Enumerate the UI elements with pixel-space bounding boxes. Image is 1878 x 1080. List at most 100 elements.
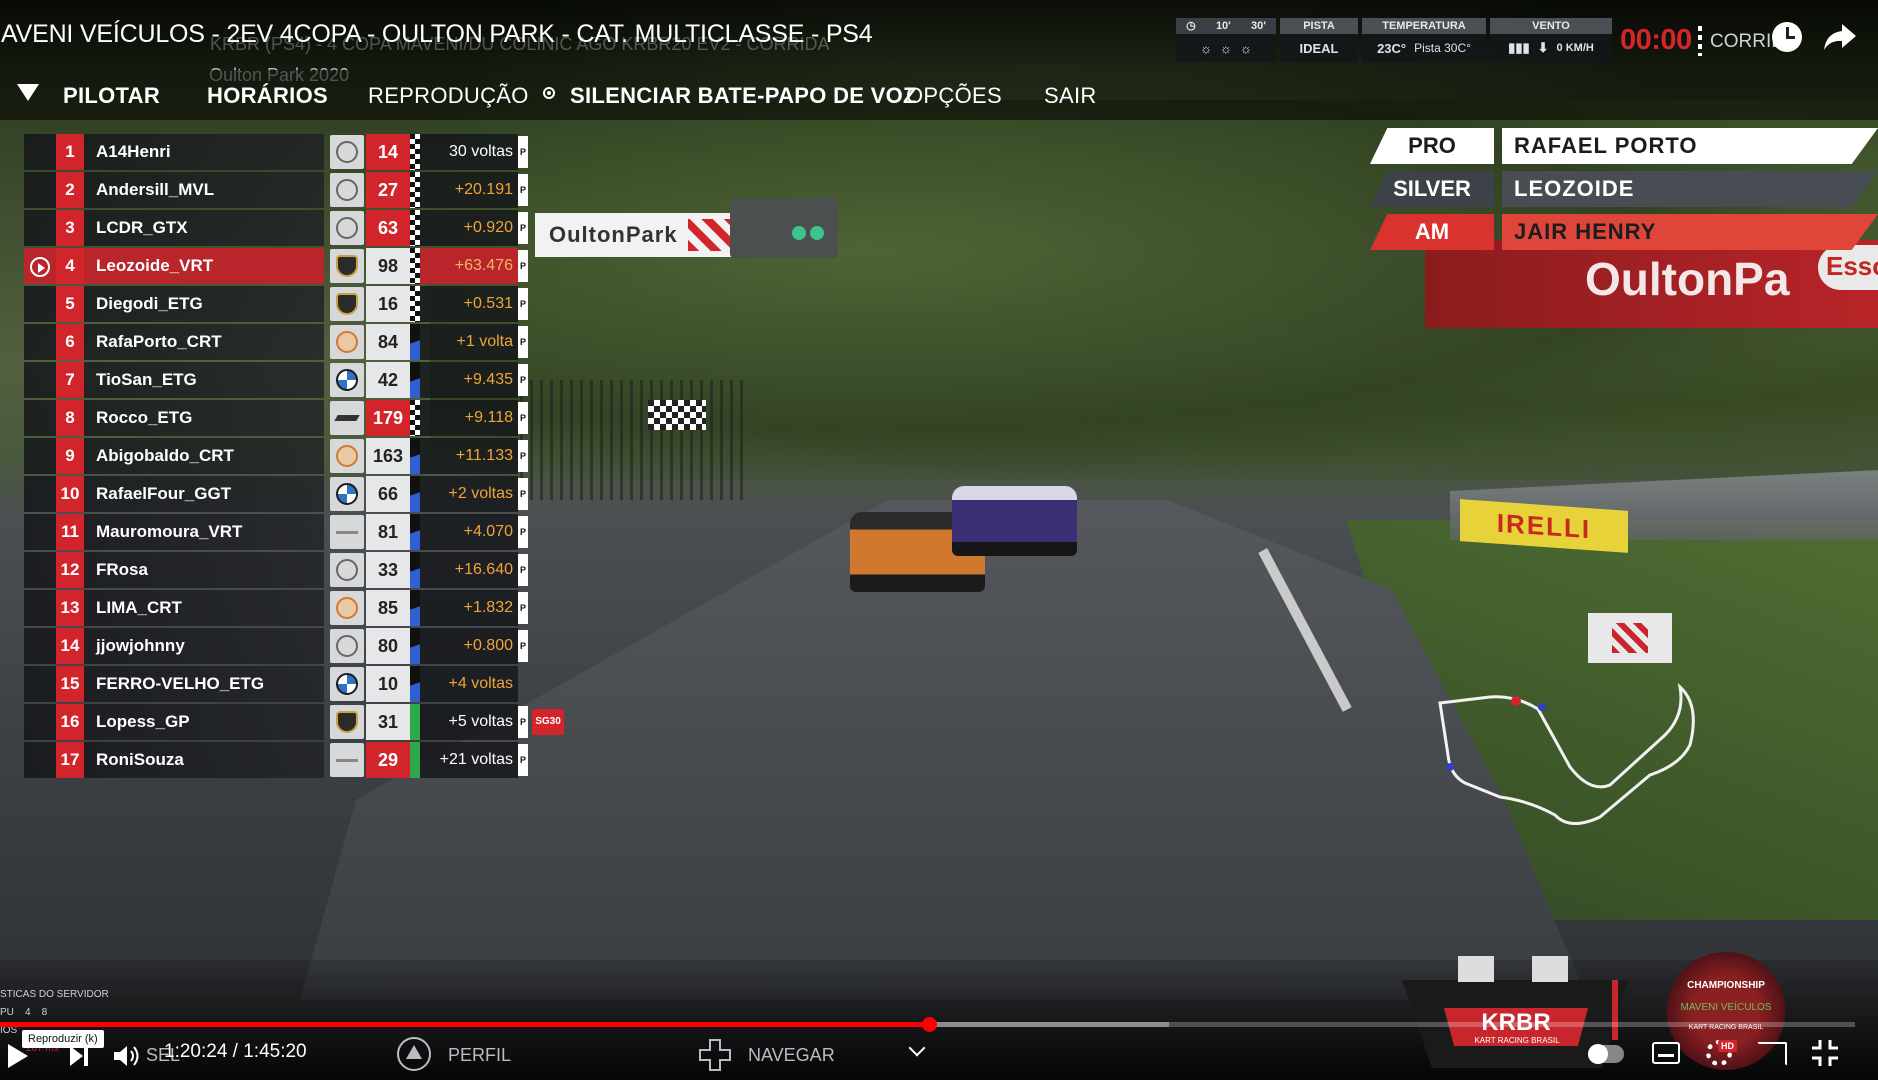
car-number: 33 <box>366 552 410 588</box>
leaderboard-row[interactable]: 17 RoniSouza 29 +21 voltas P <box>24 742 554 778</box>
share-icon[interactable] <box>1822 20 1858 52</box>
sun-icon: ☼ <box>1239 40 1252 56</box>
start-lights <box>730 198 838 258</box>
leaderboard-row[interactable]: 8 Rocco_ETG 179 +9.118 P <box>24 400 554 436</box>
forecast-time-1: 10' <box>1215 20 1231 32</box>
radio-icon[interactable] <box>543 87 555 99</box>
cast-icon[interactable] <box>1757 1042 1787 1066</box>
flag-status-icon <box>410 134 420 170</box>
pit-indicator: P <box>518 174 528 206</box>
spectate-focus-icon[interactable] <box>30 257 50 277</box>
gap: +16.640 <box>454 561 513 578</box>
server-stats-cpu: PU 4 8 <box>0 1007 48 1018</box>
position: 3 <box>56 210 84 246</box>
menu-horarios[interactable]: HORÁRIOS <box>207 83 328 109</box>
gap: +20.191 <box>454 181 513 198</box>
position: 2 <box>56 172 84 208</box>
menu-sair[interactable]: SAIR <box>1044 83 1097 109</box>
clock-separator <box>1698 26 1702 56</box>
minimap-player-dot <box>1511 696 1521 706</box>
leaderboard-row[interactable]: 1 A14Henri 14 30 voltas P <box>24 134 554 170</box>
leaderboard-row[interactable]: 4 Leozoide_VRT 98 +63.476 P <box>24 248 554 284</box>
flag-status-icon <box>410 362 420 398</box>
car-number: 98 <box>366 248 410 284</box>
leaderboard-row[interactable]: 6 RafaPorto_CRT 84 +1 volta P <box>24 324 554 360</box>
gap: +5 voltas <box>448 713 513 730</box>
leaderboard-row[interactable]: 5 Diegodi_ETG 16 +0.531 P <box>24 286 554 322</box>
menu-pilotar[interactable]: PILOTAR <box>63 83 160 109</box>
pit-indicator: P <box>518 592 528 624</box>
minimap-car-dot <box>1446 763 1454 771</box>
mercedes-logo-icon <box>330 135 364 169</box>
server-stats-title: STICAS DO SERVIDOR <box>0 989 109 1000</box>
flag-status-icon <box>410 476 420 512</box>
pit-indicator: P <box>518 744 528 776</box>
next-icon[interactable] <box>70 1046 88 1066</box>
pause-icon <box>1588 1044 1608 1064</box>
lamborghini-logo-icon <box>330 705 364 739</box>
leaderboard-row[interactable]: 11 Mauromoura_VRT 81 +4.070 P <box>24 514 554 550</box>
position: 12 <box>56 552 84 588</box>
lamborghini-logo-icon <box>330 249 364 283</box>
flag-board <box>1588 613 1672 663</box>
dropdown-arrow-icon[interactable] <box>17 84 39 101</box>
volume-icon[interactable] <box>114 1044 142 1068</box>
leaderboard-row[interactable]: 10 RafaelFour_GGT 66 +2 voltas P <box>24 476 554 512</box>
mercedes-logo-icon <box>330 629 364 663</box>
car-number: 16 <box>366 286 410 322</box>
championship-logo-brand: MAVENI VEÍCULOS <box>1680 1002 1772 1013</box>
leaderboard-row[interactable]: 16 Lopess_GP 31 +5 voltas P SG30 <box>24 704 564 740</box>
autoplay-toggle[interactable] <box>1588 1044 1624 1064</box>
progress-played <box>0 1022 930 1027</box>
leaderboard-row[interactable]: 2 Andersill_MVL 27 +20.191 P <box>24 172 554 208</box>
mercedes-logo-icon <box>330 173 364 207</box>
subtitles-icon[interactable] <box>1652 1042 1680 1064</box>
class-leader-row: SILVER LEOZOIDE <box>1370 171 1878 207</box>
track-temperature: Pista 30C° <box>1414 41 1471 55</box>
wind-gauge-icon: ▮▮▮ <box>1508 40 1530 55</box>
leaderboard-row[interactable]: 9 Abigobaldo_CRT 163 +11.133 P <box>24 438 554 474</box>
leaderboard-row[interactable]: 12 FRosa 33 +16.640 P <box>24 552 554 588</box>
triangle-button-icon <box>397 1037 431 1071</box>
video-title[interactable]: AVENI VEÍCULOS - 2EV 4COPA - OULTON PARK… <box>1 20 873 49</box>
leaderboard-row[interactable]: 14 jjowjohnny 80 +0.800 P <box>24 628 554 664</box>
chequered-flag-icon <box>648 400 706 430</box>
krbr-logo-subtext: KART RACING BRASIL <box>1474 1036 1560 1045</box>
car-number: 10 <box>366 666 410 702</box>
menu-reproducao[interactable]: REPRODUÇÃO <box>368 83 529 109</box>
leaderboard-row[interactable]: 15 FERRO-VELHO_ETG 10 +4 voltas <box>24 666 554 702</box>
oulton-park-banner: OultonPa <box>1425 240 1878 328</box>
flat-logo-icon <box>330 743 364 777</box>
position: 15 <box>56 666 84 702</box>
pit-indicator: P <box>518 136 528 168</box>
leaderboard-row[interactable]: 13 LIMA_CRT 85 +1.832 P <box>24 590 554 626</box>
leaderboard-row[interactable]: 7 TioSan_ETG 42 +9.435 P <box>24 362 554 398</box>
driver-name: Leozoide_VRT <box>96 256 214 275</box>
weather-forecast: ◷ 10' 30' ☼ ☼ ☼ <box>1176 18 1276 62</box>
car-number: 81 <box>366 514 410 550</box>
minimap-track-outline <box>1438 682 1695 825</box>
exit-fullscreen-icon[interactable] <box>1812 1040 1838 1066</box>
leaderboard-row[interactable]: 3 LCDR_GTX 63 +0.920 P <box>24 210 554 246</box>
mercedes-logo-icon <box>330 553 364 587</box>
championship-logo-title: CHAMPIONSHIP <box>1687 980 1765 991</box>
position: 14 <box>56 628 84 664</box>
play-icon[interactable] <box>8 1044 28 1068</box>
flag-status-icon <box>410 286 420 322</box>
driver-name: FRosa <box>96 560 148 579</box>
bmw-logo-icon <box>330 667 364 701</box>
menu-silenciar-chat[interactable]: SILENCIAR BATE-PAPO DE VOZ <box>570 83 917 109</box>
position: 8 <box>56 400 84 436</box>
flag-status-icon <box>410 324 420 360</box>
pit-indicator: P <box>518 212 528 244</box>
pit-indicator: P <box>518 402 528 434</box>
car-number: 14 <box>366 134 410 170</box>
track-condition: PISTA IDEAL <box>1280 18 1358 62</box>
flag-status-icon <box>410 742 420 778</box>
video-progress-bar[interactable] <box>0 1017 1855 1032</box>
watch-later-icon[interactable] <box>1772 22 1802 52</box>
forecast-time-2: 30' <box>1251 20 1266 32</box>
flag-status-icon <box>410 666 420 702</box>
menu-opcoes[interactable]: OPÇÕES <box>906 83 1002 109</box>
class-leader-name: JAIR HENRY <box>1502 214 1878 250</box>
